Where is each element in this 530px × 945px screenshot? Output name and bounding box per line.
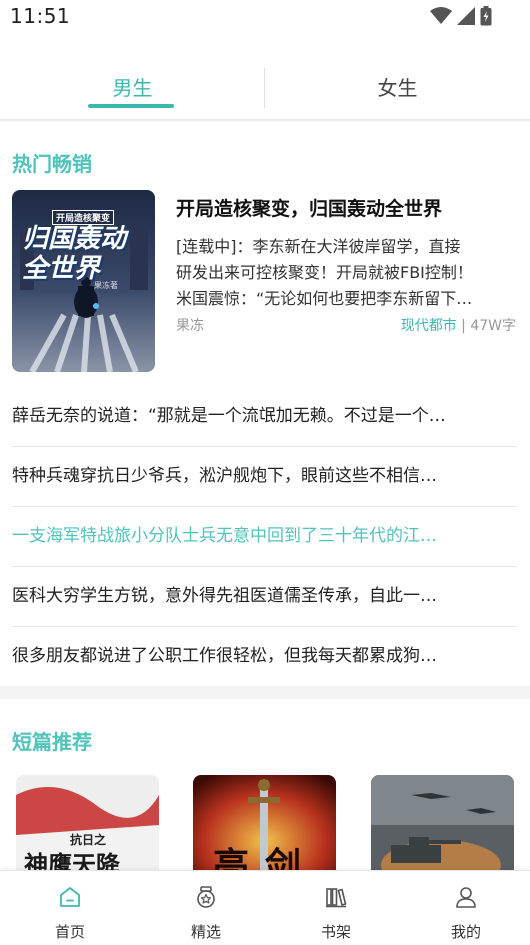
profile-icon	[456, 887, 476, 908]
list-item[interactable]: 一支海军特战旅小分队士兵无意中回到了三十年代的江…	[12, 506, 517, 566]
home-icon	[60, 887, 80, 907]
list-item[interactable]: 医科大穷学生方锐，意外得先祖医道儒圣传承，自此一…	[12, 566, 517, 626]
nav-profile-label: 我的	[450, 923, 481, 941]
featured-desc-line: 米国震惊：“无论如何也要把李东新留下…	[176, 289, 473, 308]
battery-icon	[480, 6, 492, 26]
nav-profile[interactable]: 我的	[426, 871, 506, 945]
featured-book-word-count: 47W字	[470, 318, 516, 334]
signal-icon	[457, 7, 475, 25]
status-time: 11:51	[10, 4, 71, 28]
tabs-divider	[0, 119, 530, 122]
featured-book-cover[interactable]: 开局造核聚变 归国轰动全世界 果冻著	[12, 190, 155, 372]
featured-desc-line: 研发出来可控核聚变！开局就被FBI控制！	[176, 263, 473, 282]
featured-cover-title-big: 归国轰动全世界	[22, 224, 127, 284]
featured-book-meta: 现代都市 | 47W字	[401, 315, 516, 335]
gender-tabs: 男生 女生	[0, 60, 530, 120]
featured-book-genre[interactable]: 现代都市	[401, 318, 457, 334]
section-gap	[0, 686, 530, 699]
status-icons	[430, 6, 492, 26]
featured-cover-title-small: 开局造核聚变	[52, 210, 115, 225]
status-bar: 11:51	[0, 0, 530, 34]
nav-home-label: 首页	[54, 923, 85, 941]
nav-home[interactable]: 首页	[30, 871, 110, 945]
short-book-cover[interactable]: 亮剑	[193, 775, 336, 885]
nav-featured[interactable]: 精选	[166, 871, 246, 945]
nav-featured-label: 精选	[190, 923, 221, 941]
list-item[interactable]: 很多朋友都说进了公职工作很轻松，但我每天都累成狗…	[12, 626, 517, 686]
featured-desc-line: [连载中]：李东新在大洋彼岸留学，直接	[176, 237, 461, 256]
short-cover-art	[371, 775, 514, 885]
short-section-title: 短篇推荐	[12, 730, 92, 754]
meta-separator: |	[461, 318, 466, 334]
wifi-icon	[430, 7, 452, 24]
featured-icon	[197, 886, 215, 908]
short-book-cover[interactable]: 抗日之 神鹰天降	[16, 775, 159, 885]
nav-bookshelf[interactable]: 书架	[296, 871, 376, 945]
hot-section-title: 热门畅销	[12, 152, 92, 176]
tab-divider	[264, 68, 265, 108]
bookshelf-icon	[326, 888, 347, 908]
featured-book-author: 果冻	[176, 318, 204, 334]
tab-female[interactable]: 女生	[265, 60, 530, 116]
tab-selected-indicator	[88, 104, 174, 108]
featured-book-description: [连载中]：李东新在大洋彼岸留学，直接 研发出来可控核聚变！开局就被FBI控制！…	[176, 234, 516, 312]
app-screen: 11:51 男生 女生 热门畅销 开局造核聚变 归国轰动全世界 果冻著 开局造核…	[0, 0, 530, 945]
featured-book-title[interactable]: 开局造核聚变，归国轰动全世界	[176, 194, 442, 221]
list-item[interactable]: 特种兵魂穿抗日少爷兵，淞沪舰炮下，眼前这些不相信…	[12, 446, 517, 506]
short-book-cover[interactable]	[371, 775, 514, 885]
featured-cover-author: 果冻著	[94, 281, 118, 290]
nav-bookshelf-label: 书架	[320, 923, 351, 941]
bottom-nav: 首页 精选 书架 我的	[0, 870, 530, 945]
list-item[interactable]: 薛岳无奈的说道：“那就是一个流氓加无赖。不过是一个…	[12, 386, 517, 446]
